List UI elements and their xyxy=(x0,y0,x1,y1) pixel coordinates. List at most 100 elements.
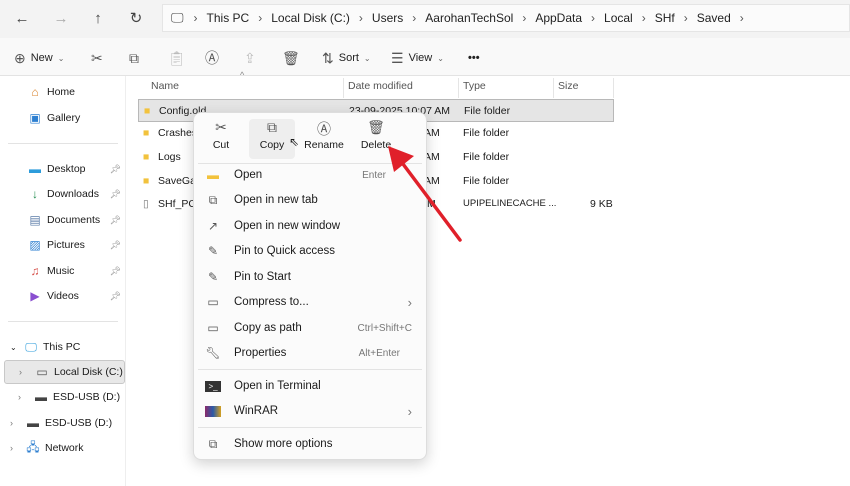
sidebar-item-gallery[interactable]: ▣ Gallery xyxy=(0,106,126,130)
file-size: 9 KB xyxy=(590,198,613,210)
chevron-down-icon: ⌄ xyxy=(10,342,17,352)
sidebar-item-downloads[interactable]: ↓ Downloads 📌︎ xyxy=(0,182,126,206)
cut-icon: ✂ xyxy=(215,119,227,135)
sidebar-item-local-disk[interactable]: › ▭ Local Disk (C:) xyxy=(4,360,125,384)
menu-label: Show more options xyxy=(234,438,333,450)
share-icon[interactable]: ⇪ xyxy=(244,48,256,68)
breadcrumb-users[interactable]: Users xyxy=(363,11,412,25)
forward-button[interactable]: → xyxy=(50,8,72,30)
breadcrumb-user[interactable]: AarohanTechSol xyxy=(416,11,522,25)
menu-shortcut: Ctrl+Shift+C xyxy=(357,322,412,334)
delete-icon[interactable]: 🗑︎ xyxy=(282,48,300,68)
sidebar-item-music[interactable]: ♫ Music 📌︎ xyxy=(0,259,126,283)
menu-item-compress[interactable]: ▭ Compress to... › xyxy=(200,290,422,314)
sidebar-item-pictures[interactable]: ▨ Pictures 📌︎ xyxy=(0,233,126,257)
chevron-right-icon: › xyxy=(407,403,412,419)
breadcrumb-shf[interactable]: SHf xyxy=(646,11,684,25)
more-button[interactable]: ••• xyxy=(468,48,480,68)
column-divider[interactable] xyxy=(613,78,614,98)
new-label: New xyxy=(30,52,53,64)
rename-label: Rename xyxy=(304,139,344,151)
folder-icon: ■ xyxy=(143,127,150,139)
terminal-icon: >_ xyxy=(205,380,221,392)
file-name: Logs xyxy=(158,151,181,163)
sort-icon: ⇅ xyxy=(322,49,334,66)
menu-item-copy-as-path[interactable]: ▭ Copy as path Ctrl+Shift+C xyxy=(200,316,422,340)
column-date[interactable]: Date modified xyxy=(348,80,413,92)
refresh-button[interactable]: ↻ xyxy=(125,8,147,30)
pin-icon: 📌︎ xyxy=(109,290,121,301)
copy-icon[interactable]: ⧉ xyxy=(129,48,139,68)
more-options-icon: ⧉ xyxy=(208,436,218,451)
folder-icon: ■ xyxy=(143,151,150,163)
sidebar-item-this-pc[interactable]: ⌄ 🖵 This PC xyxy=(0,335,126,359)
sidebar-item-home[interactable]: ⌂ Home xyxy=(0,80,126,104)
sidebar-label: ESD-USB (D:) xyxy=(53,391,121,403)
menu-label: Pin to Quick access xyxy=(234,245,335,257)
sidebar-label: Desktop xyxy=(47,163,86,175)
pin-icon: 📌︎ xyxy=(109,188,121,199)
column-divider[interactable] xyxy=(343,78,344,98)
menu-item-pin-start[interactable]: ✎ Pin to Start xyxy=(200,265,422,289)
rename-button[interactable]: Ⓐ Rename xyxy=(301,119,347,159)
monitor-icon: 🖵 xyxy=(171,10,184,25)
plus-icon: ⊕ xyxy=(14,49,26,66)
column-size[interactable]: Size xyxy=(558,80,578,92)
sidebar-item-esd-usb-1[interactable]: › ▬ ESD-USB (D:) xyxy=(0,385,126,409)
sort-button[interactable]: ⇅ Sort ⌄ xyxy=(322,48,371,68)
breadcrumb-local[interactable]: Local xyxy=(595,11,642,25)
menu-item-properties[interactable]: 🔧︎ Properties Alt+Enter xyxy=(200,341,422,365)
menu-item-show-more-options[interactable]: ⧉ Show more options xyxy=(200,432,422,456)
sidebar-label: Documents xyxy=(47,214,101,226)
column-name[interactable]: Name xyxy=(151,80,179,92)
breadcrumb-saved[interactable]: Saved xyxy=(688,11,740,25)
divider xyxy=(8,321,118,322)
cut-button[interactable]: ✂ Cut xyxy=(198,119,244,159)
gallery-icon: ▣ xyxy=(29,111,41,125)
computer-icon: 🖵 xyxy=(25,339,37,354)
column-divider[interactable] xyxy=(553,78,554,98)
menu-item-winrar[interactable]: WinRAR › xyxy=(200,399,422,423)
breadcrumb-appdata[interactable]: AppData xyxy=(526,11,591,25)
sidebar-label: ESD-USB (D:) xyxy=(45,417,113,429)
sidebar-item-desktop[interactable]: ▬ Desktop 📌︎ xyxy=(0,157,126,181)
cut-label: Cut xyxy=(212,139,230,151)
chevron-right-icon: › xyxy=(407,294,412,310)
pin-icon: 📌︎ xyxy=(109,265,121,276)
pin-icon: 📌︎ xyxy=(109,163,121,174)
menu-label: Pin to Start xyxy=(234,271,291,283)
divider xyxy=(198,427,422,428)
rename-icon[interactable]: Ⓐ xyxy=(205,48,219,68)
up-button[interactable]: ↑ xyxy=(87,8,109,30)
sidebar-label: Music xyxy=(47,265,75,277)
address-bar[interactable]: 🖵 › This PC › Local Disk (C:) › Users › Aaro… xyxy=(162,4,850,32)
sidebar-item-esd-usb-2[interactable]: › ▬ ESD-USB (D:) xyxy=(0,411,126,435)
menu-label: Open in new window xyxy=(234,220,341,232)
copy-path-icon: ▭ xyxy=(207,321,219,335)
chevron-right-icon: › xyxy=(19,367,22,377)
pin-icon: ✎ xyxy=(207,270,219,284)
column-divider[interactable] xyxy=(458,78,459,98)
usb-drive-icon: ▬ xyxy=(35,390,47,404)
breadcrumb-this-pc[interactable]: This PC xyxy=(198,11,259,25)
divider xyxy=(198,369,422,370)
view-button[interactable]: ☰ View ⌄ xyxy=(391,48,444,68)
download-icon: ↓ xyxy=(32,187,38,201)
pin-icon: 📌︎ xyxy=(109,214,121,225)
sidebar-item-network[interactable]: › 🖧 Network xyxy=(0,436,126,460)
column-type[interactable]: Type xyxy=(463,80,486,92)
sidebar-item-videos[interactable]: ▶ Videos 📌︎ xyxy=(0,284,126,308)
new-button[interactable]: ⊕ New ⌄ xyxy=(14,48,64,68)
sidebar-label: Home xyxy=(47,86,76,98)
red-arrow-annotation xyxy=(388,146,462,242)
sidebar-item-documents[interactable]: ▤ Documents 📌︎ xyxy=(0,208,126,232)
folder-icon: ■ xyxy=(144,105,151,117)
trash-icon: 🗑 xyxy=(367,119,385,135)
back-button[interactable]: ← xyxy=(11,8,33,30)
paste-icon[interactable]: 📋︎ xyxy=(168,48,186,68)
breadcrumb-local-disk[interactable]: Local Disk (C:) xyxy=(262,11,359,25)
cut-icon[interactable]: ✂ xyxy=(91,48,103,68)
zip-folder-icon: ▭ xyxy=(207,295,219,309)
menu-item-open-terminal[interactable]: >_ Open in Terminal xyxy=(200,374,422,398)
documents-icon: ▤ xyxy=(29,213,41,227)
